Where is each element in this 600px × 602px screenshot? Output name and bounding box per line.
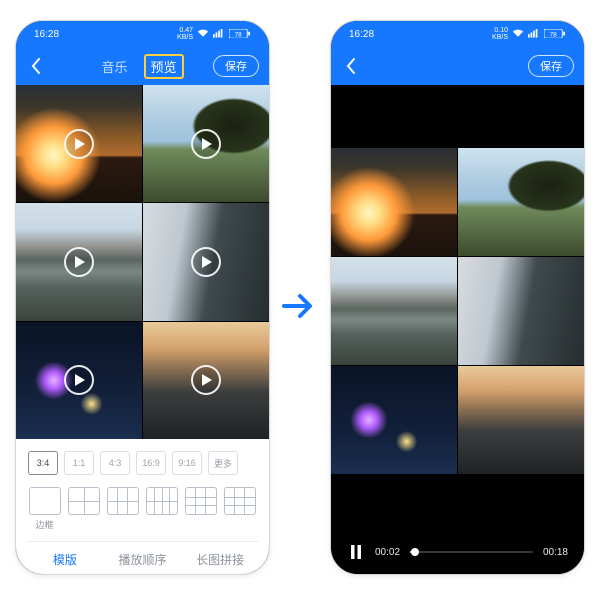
aspect-ratio-row: 3:4 1:1 4:3 16:9 9:16 更多 <box>26 449 259 485</box>
layout-3x2[interactable] <box>106 487 139 515</box>
ratio-16-9[interactable]: 16:9 <box>136 451 166 475</box>
ratio-4-3[interactable]: 4:3 <box>100 451 130 475</box>
layout-3x3[interactable] <box>184 487 217 515</box>
pause-button[interactable] <box>347 543 365 561</box>
layout-border[interactable]: 边框 <box>28 487 61 531</box>
net-speed: 0.10KB/S <box>492 27 508 41</box>
play-icon <box>64 247 94 277</box>
grid-cell <box>331 366 457 474</box>
ratio-9-16[interactable]: 9:16 <box>172 451 202 475</box>
toolbar: 3:4 1:1 4:3 16:9 9:16 更多 边框 模版 播放顺序 长图拼接 <box>16 439 269 575</box>
signal-icon <box>213 29 225 39</box>
tab-template[interactable]: 模版 <box>26 542 104 575</box>
nav-tabs: 音乐 预览 <box>101 54 183 79</box>
status-right: 0.47KB/S 78 <box>177 27 251 41</box>
back-button[interactable] <box>341 56 361 76</box>
grid-cell <box>458 257 584 365</box>
status-bar: 16:28 0.47KB/S 78 <box>16 21 269 47</box>
svg-text:78: 78 <box>550 31 558 38</box>
ratio-3-4[interactable]: 3:4 <box>28 451 58 475</box>
grid-cell <box>331 148 457 256</box>
wifi-icon <box>512 29 524 39</box>
play-icon <box>64 129 94 159</box>
grid-cell[interactable] <box>16 203 142 320</box>
back-button[interactable] <box>26 56 46 76</box>
tab-order[interactable]: 播放顺序 <box>104 542 182 575</box>
phone-right: 16:28 0.10KB/S 78 保存 00:02 00:18 <box>330 20 585 575</box>
layout-3x3b[interactable] <box>223 487 256 515</box>
tab-stitch[interactable]: 长图拼接 <box>181 542 259 575</box>
ratio-more[interactable]: 更多 <box>208 451 238 475</box>
grid-cell <box>331 257 457 365</box>
ratio-1-1[interactable]: 1:1 <box>64 451 94 475</box>
grid-cell <box>458 366 584 474</box>
play-icon <box>64 365 94 395</box>
play-icon <box>191 365 221 395</box>
clock: 16:28 <box>34 29 59 40</box>
signal-icon <box>528 29 540 39</box>
nav-bar: 音乐 预览 保存 <box>16 47 269 85</box>
player-bar: 00:02 00:18 <box>331 536 584 574</box>
arrow-icon <box>282 292 318 325</box>
time-current: 00:02 <box>375 547 400 558</box>
tab-music[interactable]: 音乐 <box>101 57 127 76</box>
grid-cell[interactable] <box>143 203 269 320</box>
phone-left: 16:28 0.47KB/S 78 音乐 预览 保存 3:4 1:1 4:3 1… <box>15 20 270 575</box>
save-button[interactable]: 保存 <box>528 55 574 77</box>
grid-cell[interactable] <box>16 322 142 439</box>
grid-cell[interactable] <box>143 85 269 202</box>
layout-row: 边框 <box>26 485 259 541</box>
seek-bar[interactable] <box>410 551 533 553</box>
grid-cell[interactable] <box>143 322 269 439</box>
play-icon <box>191 247 221 277</box>
svg-text:78: 78 <box>235 31 243 38</box>
screen: 16:28 0.47KB/S 78 音乐 预览 保存 3:4 1:1 4:3 1… <box>16 21 269 574</box>
seek-knob[interactable] <box>411 548 419 556</box>
layout-border-label: 边框 <box>35 518 53 531</box>
bottom-tabs: 模版 播放顺序 长图拼接 <box>26 541 259 575</box>
screen: 16:28 0.10KB/S 78 保存 00:02 00:18 <box>331 21 584 574</box>
nav-bar: 保存 <box>331 47 584 85</box>
tab-preview[interactable]: 预览 <box>144 54 184 79</box>
status-right: 0.10KB/S 78 <box>492 27 566 41</box>
status-bar: 16:28 0.10KB/S 78 <box>331 21 584 47</box>
play-icon <box>191 129 221 159</box>
battery-icon: 78 <box>229 29 251 39</box>
clock: 16:28 <box>349 29 374 40</box>
net-speed: 0.47KB/S <box>177 27 193 41</box>
grid-cell[interactable] <box>16 85 142 202</box>
video-grid <box>16 85 269 439</box>
battery-icon: 78 <box>544 29 566 39</box>
layout-2x2[interactable] <box>67 487 100 515</box>
wifi-icon <box>197 29 209 39</box>
layout-4x2[interactable] <box>145 487 178 515</box>
preview-area <box>331 85 584 536</box>
video-grid[interactable] <box>331 148 584 474</box>
save-button[interactable]: 保存 <box>213 55 259 77</box>
grid-cell <box>458 148 584 256</box>
time-total: 00:18 <box>543 547 568 558</box>
